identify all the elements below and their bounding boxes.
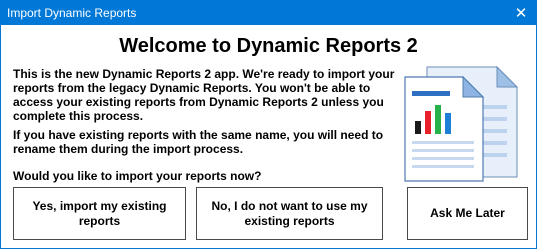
window-title: Import Dynamic Reports bbox=[7, 6, 137, 20]
report-bar bbox=[445, 113, 451, 134]
dialog-heading: Welcome to Dynamic Reports 2 bbox=[119, 35, 418, 57]
title-bar[interactable]: Import Dynamic Reports ✕ bbox=[1, 1, 536, 25]
report-bar bbox=[435, 105, 441, 134]
import-no-button[interactable]: No, I do not want to use my existing rep… bbox=[196, 187, 383, 240]
intro-paragraph: This is the new Dynamic Reports 2 app. W… bbox=[13, 67, 395, 123]
ask-me-later-button[interactable]: Ask Me Later bbox=[407, 187, 528, 240]
report-bar bbox=[425, 111, 431, 134]
close-button[interactable]: ✕ bbox=[506, 1, 536, 25]
import-question: Would you like to import your reports no… bbox=[13, 169, 262, 183]
report-document-icon bbox=[404, 65, 519, 182]
rename-notice-paragraph: If you have existing reports with the sa… bbox=[13, 128, 384, 156]
report-bar bbox=[415, 121, 421, 134]
import-yes-button[interactable]: Yes, import my existing reports bbox=[13, 187, 186, 240]
import-dialog: Import Dynamic Reports ✕ Welcome to Dyna… bbox=[0, 0, 537, 249]
close-icon: ✕ bbox=[514, 4, 528, 22]
